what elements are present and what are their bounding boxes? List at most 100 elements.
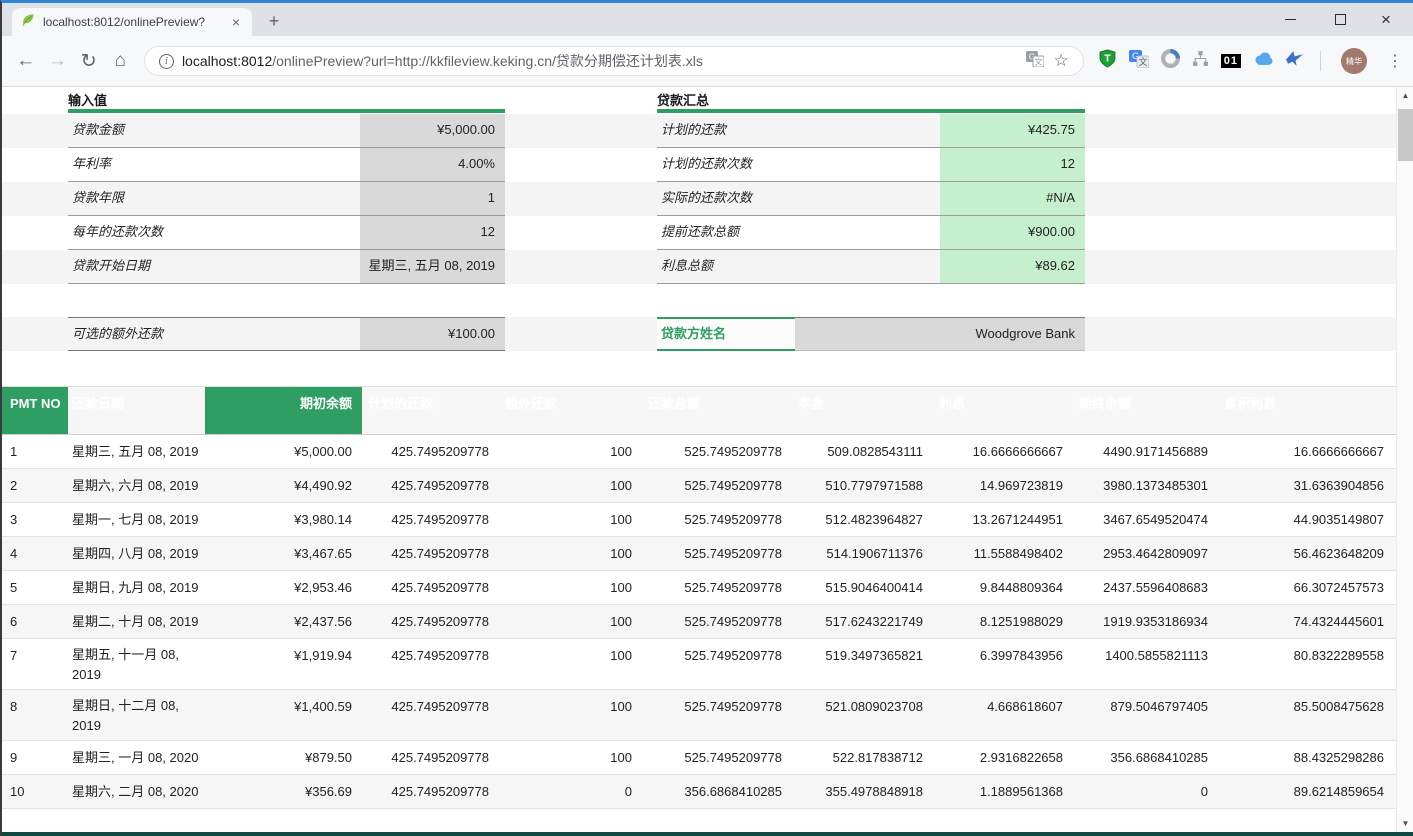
footer-strip	[2, 832, 1413, 836]
schedule-cell: 8.1251988029	[933, 605, 1073, 638]
schedule-col-header: PMT NO	[2, 387, 68, 434]
shield-extension-icon[interactable]: T	[1098, 49, 1117, 73]
schedule-row: 6星期二, 十月 08, 2019¥2,437.56425.7495209778…	[2, 605, 1398, 639]
translate-page-icon[interactable]: G文	[1026, 51, 1044, 72]
scroll-down-arrow-icon[interactable]: ▼	[1397, 815, 1413, 832]
new-tab-button[interactable]: +	[262, 11, 286, 32]
schedule-cell: 74.4324445601	[1218, 605, 1394, 638]
schedule-cell: 522.817838712	[792, 741, 933, 774]
schedule-cell: 355.4978848918	[792, 775, 933, 808]
lender-name-label: 贷款方姓名	[657, 317, 795, 351]
input-row-label: 贷款年限	[68, 182, 360, 216]
sitemap-extension-icon[interactable]	[1192, 50, 1209, 72]
schedule-cell: 31.6363904856	[1218, 469, 1394, 502]
schedule-cell: 4490.9171456889	[1073, 435, 1218, 468]
translate-extension-icon[interactable]: G文	[1129, 50, 1149, 73]
bird-extension-icon[interactable]	[1285, 50, 1304, 72]
schedule-cell: 4	[2, 537, 68, 570]
reload-button[interactable]: ↻	[73, 50, 104, 73]
schedule-cell: 100	[499, 503, 642, 536]
schedule-row: 5星期日, 九月 08, 2019¥2,953.46425.7495209778…	[2, 571, 1398, 605]
window-minimize-button[interactable]	[1267, 5, 1313, 34]
schedule-cell: 425.7495209778	[362, 571, 499, 604]
summary-row-value: ¥425.75	[940, 114, 1085, 148]
schedule-cell: 星期日, 十二月 08, 2019	[68, 690, 205, 740]
spreadsheet-preview: 输入值 贷款汇总 贷款金额¥5,000.00计划的还款¥425.75年利率4.0…	[2, 87, 1413, 832]
url-path: /onlinePreview?url=http://kkfileview.kek…	[272, 53, 703, 69]
chrome-menu-icon[interactable]: ⋮	[1387, 51, 1403, 71]
schedule-cell: 100	[499, 741, 642, 774]
schedule-cell: 星期六, 二月 08, 2020	[68, 775, 205, 808]
schedule-cell: ¥1,919.94	[205, 639, 362, 689]
svg-text:文: 文	[1138, 56, 1147, 67]
bookmark-star-icon[interactable]: ☆	[1054, 51, 1069, 71]
schedule-cell: 425.7495209778	[362, 741, 499, 774]
tab-close-icon[interactable]: ×	[228, 14, 244, 30]
window-close-button[interactable]: ×	[1363, 5, 1409, 34]
schedule-col-header: 计划的还款	[362, 387, 499, 434]
top-row-band: 贷款开始日期星期三, 五月 08, 2019利息总额¥89.62	[2, 250, 1398, 284]
top-row-band: 贷款金额¥5,000.00计划的还款¥425.75	[2, 114, 1398, 148]
schedule-cell: 16.6666666667	[933, 435, 1073, 468]
schedule-cell: 879.5046797405	[1073, 690, 1218, 740]
schedule-cell: 525.7495209778	[642, 537, 792, 570]
summary-section-title: 贷款汇总	[657, 90, 709, 109]
schedule-cell: 525.7495209778	[642, 741, 792, 774]
url-text[interactable]: localhost:8012/onlinePreview?url=http://…	[182, 51, 1016, 71]
forward-button[interactable]: →	[41, 50, 72, 72]
schedule-col-header: 额外还款	[499, 387, 642, 434]
schedule-cell: 425.7495209778	[362, 639, 499, 689]
schedule-cell: ¥2,437.56	[205, 605, 362, 638]
schedule-cell: 100	[499, 639, 642, 689]
scrollbar-thumb[interactable]	[1398, 109, 1413, 161]
scroll-up-arrow-icon[interactable]: ▲	[1397, 87, 1413, 104]
schedule-cell: 星期一, 七月 08, 2019	[68, 503, 205, 536]
schedule-cell: 9.8448809364	[933, 571, 1073, 604]
schedule-cell: 16.6666666667	[1218, 435, 1394, 468]
window-maximize-button[interactable]	[1317, 5, 1363, 34]
address-bar[interactable]: i localhost:8012/onlinePreview?url=http:…	[144, 46, 1084, 76]
schedule-cell: 2437.5596408683	[1073, 571, 1218, 604]
title-bar: localhost:8012/onlinePreview? × + ×	[2, 3, 1413, 36]
schedule-cell: 5	[2, 571, 68, 604]
summary-title-underline	[657, 109, 1085, 113]
schedule-cell: 0	[1073, 775, 1218, 808]
extensions-bar: T G文 01 精华 ⋮	[1098, 48, 1413, 74]
schedule-cell: 2.9316822658	[933, 741, 1073, 774]
back-button[interactable]: ←	[10, 50, 41, 72]
cloud-extension-icon[interactable]	[1253, 51, 1273, 71]
vertical-scrollbar[interactable]: ▲ ▼	[1396, 87, 1413, 832]
schedule-cell: 1919.9353186934	[1073, 605, 1218, 638]
schedule-row: 3星期一, 七月 08, 2019¥3,980.14425.7495209778…	[2, 503, 1398, 537]
browser-tab[interactable]: localhost:8012/onlinePreview? ×	[12, 8, 252, 36]
schedule-cell: 7	[2, 639, 68, 689]
schedule-cell: 425.7495209778	[362, 605, 499, 638]
01-extension-icon[interactable]: 01	[1221, 54, 1241, 68]
summary-row-label: 计划的还款次数	[657, 148, 940, 182]
top-row-band: 贷款年限1实际的还款次数#N/A	[2, 182, 1398, 216]
schedule-row: 10星期六, 二月 08, 2020¥356.69425.74952097780…	[2, 775, 1398, 809]
input-row-label: 贷款开始日期	[68, 250, 360, 284]
input-row-value: 4.00%	[360, 148, 505, 182]
summary-row-value: 12	[940, 148, 1085, 182]
schedule-cell: 3980.1373485301	[1073, 469, 1218, 502]
input-row-label: 年利率	[68, 148, 360, 182]
tab-title: localhost:8012/onlinePreview?	[43, 15, 228, 29]
summary-row-label: 利息总额	[657, 250, 940, 284]
summary-row-label: 实际的还款次数	[657, 182, 940, 216]
profile-avatar[interactable]: 精华	[1341, 48, 1367, 74]
proxy-swirl-extension-icon[interactable]	[1161, 49, 1180, 73]
schedule-cell: 100	[499, 690, 642, 740]
schedule-cell: 3	[2, 503, 68, 536]
home-button[interactable]: ⌂	[104, 50, 135, 72]
input-row-value: 1	[360, 182, 505, 216]
schedule-cell: 星期三, 一月 08, 2020	[68, 741, 205, 774]
svg-text:文: 文	[1034, 56, 1042, 66]
input-row-value: 星期三, 五月 08, 2019	[360, 250, 505, 284]
schedule-col-header: 期终余额	[1073, 387, 1218, 434]
schedule-cell: 星期三, 五月 08, 2019	[68, 435, 205, 468]
schedule-cell: 4.668618607	[933, 690, 1073, 740]
schedule-header-row: PMT NO还款日期期初余额计划的还款额外还款还款总额本金利息期终余额累积利息	[2, 386, 1398, 435]
page-info-icon[interactable]: i	[159, 54, 174, 69]
schedule-cell: 525.7495209778	[642, 639, 792, 689]
